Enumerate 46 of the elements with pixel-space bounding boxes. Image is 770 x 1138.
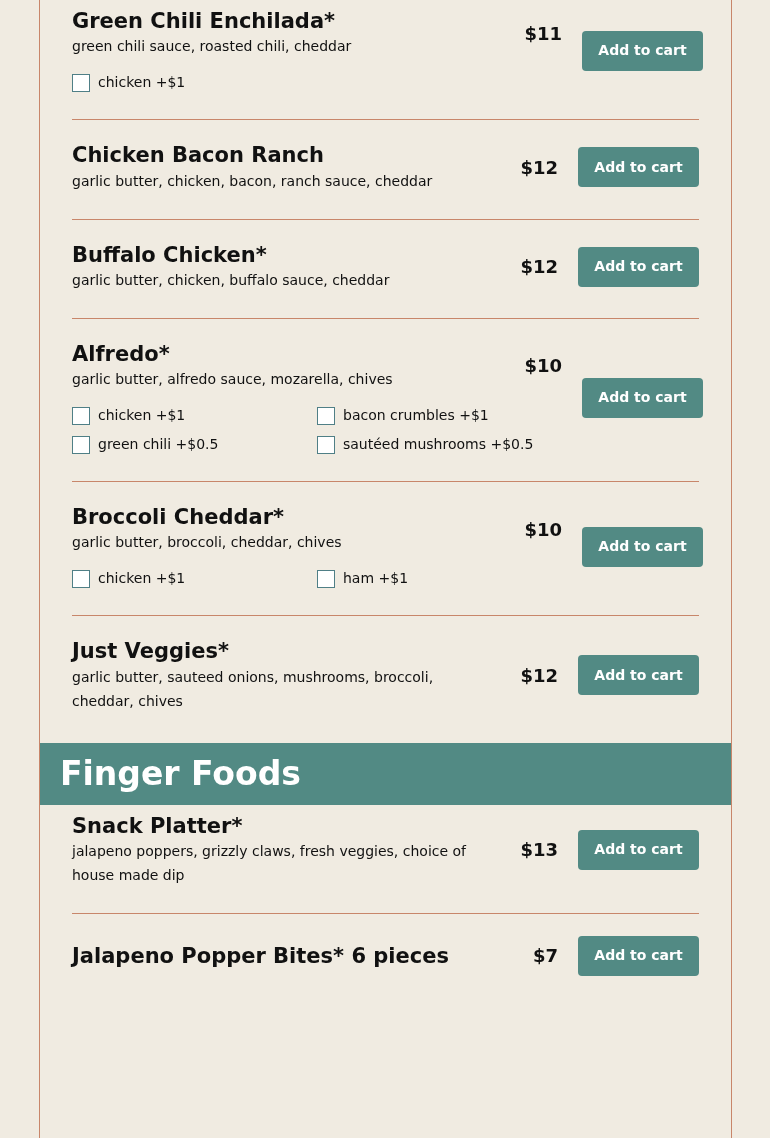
item-name: Alfredo*	[72, 340, 171, 367]
item-price: $12	[519, 255, 558, 280]
add-to-cart-button[interactable]: Add to cart	[578, 935, 699, 976]
option-checkbox[interactable]	[72, 73, 90, 92]
add-to-cart-button[interactable]: Add to cart	[578, 147, 699, 188]
option-checkbox[interactable]	[317, 435, 335, 454]
option-checkbox[interactable]	[317, 569, 335, 588]
option-label: chicken +$1	[98, 406, 186, 425]
item-description: garlic butter, chicken, bacon, ranch sauce, cheddar	[72, 171, 434, 191]
item-name: Broccoli Cheddar*	[72, 504, 285, 531]
option-label: sautéed mushrooms +$0.5	[343, 435, 534, 454]
option-label: bacon crumbles +$1	[343, 406, 489, 425]
option-checkbox[interactable]	[72, 406, 90, 425]
add-to-cart-button[interactable]: Add to cart	[578, 829, 699, 870]
add-to-cart-button[interactable]: Add to cart	[578, 655, 699, 696]
item-price: $10	[523, 354, 562, 379]
item-name: Chicken Bacon Ranch	[72, 142, 325, 169]
option-label: green chili +$0.5	[98, 435, 219, 454]
option-checkbox[interactable]	[72, 435, 90, 454]
item-price: $10	[523, 517, 562, 542]
item-name: Buffalo Chicken*	[72, 241, 268, 268]
item-name: Jalapeno Popper Bites* 6 pieces	[72, 942, 450, 970]
item-price: $12	[519, 663, 558, 688]
item-description: garlic butter, chicken, buffalo sauce, cheddar	[72, 270, 391, 290]
option-label: ham +$1	[343, 569, 409, 589]
option-checkbox[interactable]	[317, 406, 335, 425]
item-price: $11	[523, 21, 562, 46]
item-description: garlic butter, sauteed onions, mushrooms, broccoli, cheddar, chives	[72, 667, 435, 711]
item-price: $7	[531, 944, 558, 969]
item-name: Snack Platter*	[72, 812, 244, 839]
item-description: green chili sauce, roasted chili, cheddar	[72, 37, 353, 57]
section-heading: Finger Foods	[40, 742, 731, 805]
item-description: jalapeno poppers, grizzly claws, fresh veggies, choice of house made dip	[72, 841, 468, 885]
option-label: chicken +$1	[98, 73, 186, 93]
item-price: $13	[519, 838, 558, 863]
item-description: garlic butter, broccoli, cheddar, chives	[72, 533, 343, 553]
add-to-cart-button[interactable]: Add to cart	[582, 526, 703, 567]
option-label: chicken +$1	[98, 569, 186, 589]
option-checkbox[interactable]	[72, 569, 90, 588]
item-price: $12	[519, 155, 558, 180]
add-to-cart-button[interactable]: Add to cart	[578, 246, 699, 287]
item-name: Just Veggies*	[72, 638, 230, 665]
item-description: garlic butter, alfredo sauce, mozarella, chives	[72, 370, 394, 389]
add-to-cart-button[interactable]: Add to cart	[582, 377, 703, 418]
add-to-cart-button[interactable]: Add to cart	[582, 30, 703, 71]
item-name: Green Chili Enchilada*	[72, 8, 337, 35]
